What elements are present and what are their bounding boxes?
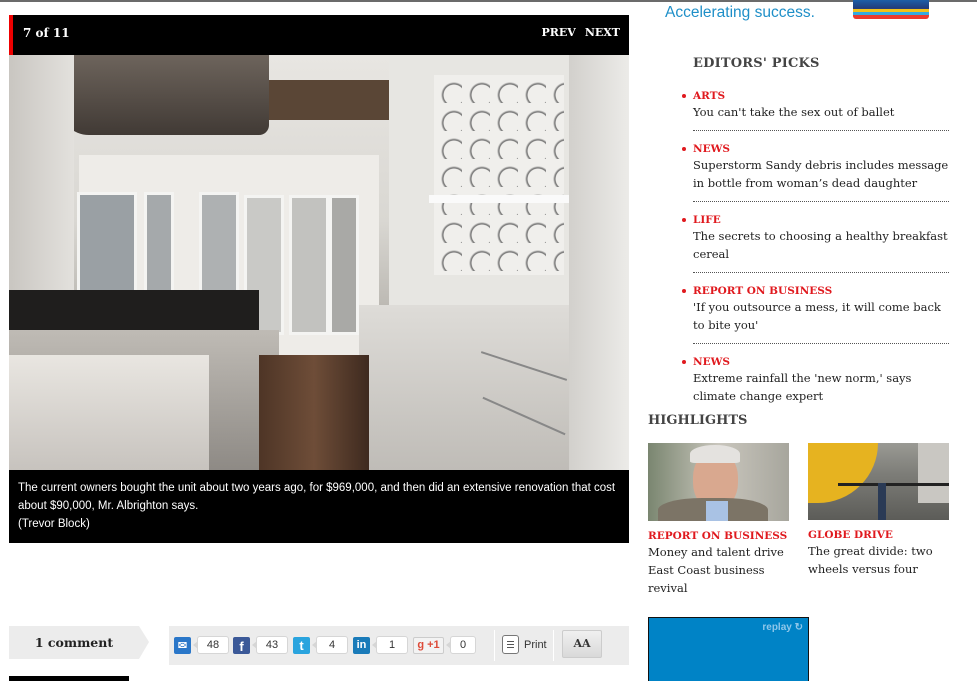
comments-link[interactable]: 1 comment: [9, 626, 149, 659]
share-count: 1: [372, 636, 408, 654]
gallery-photo[interactable]: [9, 55, 629, 470]
bus: [918, 443, 949, 503]
portrait-shirt: [706, 501, 728, 521]
print-icon: [502, 635, 519, 654]
pick-title[interactable]: Superstorm Sandy debris includes message…: [693, 156, 949, 192]
highlight-category[interactable]: GLOBE DRIVE: [808, 529, 949, 542]
bike-stem: [878, 483, 886, 520]
list-item[interactable]: NEWS Superstorm Sandy debris includes me…: [682, 142, 949, 202]
ad-tagline[interactable]: Accelerating success.: [665, 4, 815, 22]
photo-shelf: [429, 195, 569, 203]
share-count: 4: [312, 636, 348, 654]
photo-credit: (Trevor Block): [18, 518, 90, 530]
highlight-item[interactable]: REPORT ON BUSINESS Money and talent driv…: [648, 443, 789, 597]
pick-title[interactable]: You can't take the sex out of ballet: [693, 103, 949, 121]
gallery-header: 7 of 11 PREV NEXT: [9, 15, 629, 55]
photo-gallery: 7 of 11 PREV NEXT The current owners bou…: [9, 15, 629, 543]
pick-title[interactable]: The secrets to choosing a healthy breakf…: [693, 227, 949, 263]
pick-category[interactable]: REPORT ON BUSINESS: [693, 284, 949, 298]
editors-picks-list: ARTS You can't take the sex out of balle…: [682, 89, 949, 425]
browser-top-border: [0, 0, 977, 2]
share-linkedin[interactable]: in 1: [353, 636, 408, 654]
gallery-counter: 7 of 11: [23, 26, 70, 40]
prev-button[interactable]: PREV: [541, 26, 575, 39]
share-google-plus[interactable]: g +1 0: [413, 636, 476, 654]
photo-range-hood: [59, 55, 269, 135]
highlight-title[interactable]: Money and talent drive East Coast busine…: [648, 543, 789, 597]
photo-window: [329, 195, 359, 335]
share-count: 43: [252, 636, 288, 654]
pick-title[interactable]: Extreme rainfall the 'new norm,' says cl…: [693, 369, 949, 405]
print-button[interactable]: Print: [502, 635, 547, 654]
photo-caption: The current owners bought the unit about…: [18, 479, 623, 533]
ad-logo[interactable]: [853, 0, 929, 19]
list-item[interactable]: REPORT ON BUSINESS 'If you outsource a m…: [682, 284, 949, 344]
gallery-nav: PREV NEXT: [541, 26, 620, 39]
ad-box[interactable]: replay ↻: [648, 617, 809, 681]
caption-text: The current owners bought the unit about…: [18, 482, 616, 512]
share-twitter[interactable]: t 4: [293, 636, 348, 654]
pick-category[interactable]: ARTS: [693, 89, 949, 103]
photo-wood-floor: [259, 355, 369, 470]
editors-picks-title: EDITORS' PICKS: [693, 56, 820, 71]
list-item[interactable]: LIFE The secrets to choosing a healthy b…: [682, 213, 949, 273]
share-facebook[interactable]: f 43: [233, 636, 288, 654]
facebook-icon: f: [233, 636, 250, 654]
pick-title[interactable]: 'If you outsource a mess, it will come b…: [693, 298, 949, 334]
next-button[interactable]: NEXT: [585, 26, 620, 39]
pick-category[interactable]: NEWS: [693, 355, 949, 369]
photo-island-counter: [9, 355, 209, 470]
highlight-title[interactable]: The great divide: two wheels versus four: [808, 542, 949, 578]
email-share-icon: ✉: [174, 636, 191, 654]
highlight-category[interactable]: REPORT ON BUSINESS: [648, 530, 789, 543]
replay-button[interactable]: replay ↻: [762, 622, 803, 633]
share-count: 48: [193, 636, 229, 654]
section-bar: [9, 676, 129, 681]
photo-backsplash-pattern: [434, 75, 564, 275]
twitter-icon: t: [293, 636, 310, 654]
highlight-thumbnail[interactable]: [808, 443, 949, 520]
google-plus-icon: g +1: [413, 636, 444, 654]
divider: [494, 630, 495, 661]
photo-window: [289, 195, 329, 335]
print-label: Print: [524, 638, 547, 651]
taxi-cab: [808, 443, 878, 503]
divider: [553, 630, 554, 661]
highlight-item[interactable]: GLOBE DRIVE The great divide: two wheels…: [808, 443, 949, 578]
list-item[interactable]: NEWS Extreme rainfall the 'new norm,' sa…: [682, 355, 949, 414]
share-count: 0: [446, 636, 476, 654]
pick-category[interactable]: NEWS: [693, 142, 949, 156]
list-item[interactable]: ARTS You can't take the sex out of balle…: [682, 89, 949, 131]
bike-handlebar: [838, 483, 949, 486]
portrait-hair: [690, 445, 740, 463]
photo-fridge: [569, 55, 629, 470]
highlight-thumbnail[interactable]: [648, 443, 789, 521]
share-bar: ✉ 48 f 43 t 4 in 1 g +1 0 Print AA: [169, 626, 629, 665]
photo-cabinets: [359, 305, 569, 470]
share-email[interactable]: ✉ 48: [174, 636, 229, 654]
linkedin-icon: in: [353, 636, 370, 654]
highlights-title: HIGHLIGHTS: [648, 413, 748, 428]
text-size-button[interactable]: AA: [562, 630, 602, 658]
pick-category[interactable]: LIFE: [693, 213, 949, 227]
photo-cooktop: [9, 290, 259, 330]
